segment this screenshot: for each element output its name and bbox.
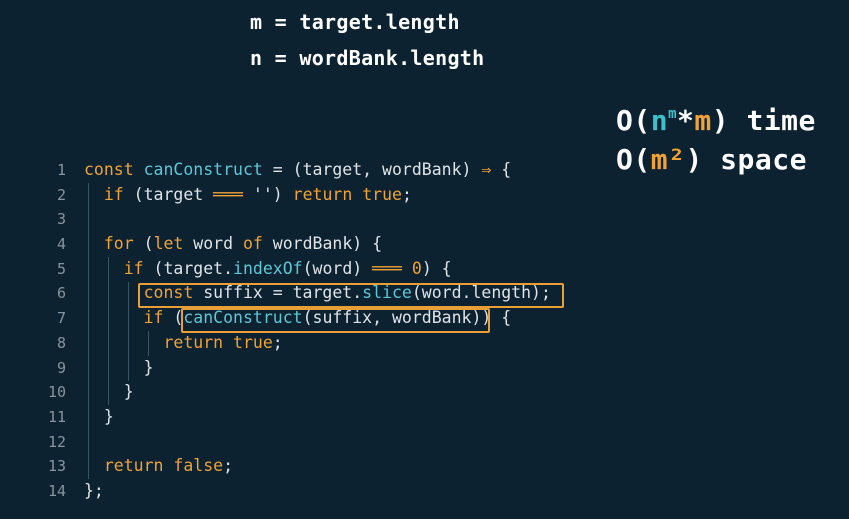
code-line: 13 return false; — [0, 454, 600, 479]
line-number: 14 — [47, 481, 66, 500]
line-number: 11 — [47, 407, 66, 426]
code-line: 3 — [0, 207, 600, 232]
space-complexity: O(m²) space — [616, 143, 807, 176]
code-line: 2 if (target ═══ '') return true; — [0, 183, 600, 208]
time-complexity: O(nm*m) time — [616, 104, 816, 137]
code-line: 4 for (let word of wordBank) { — [0, 232, 600, 257]
code-editor: 1 const canConstruct = (target, wordBank)… — [0, 158, 600, 504]
code-line: 11 } — [0, 405, 600, 430]
line-number: 3 — [56, 210, 66, 229]
line-number: 2 — [56, 185, 66, 204]
code-text: return false; — [103, 456, 234, 476]
code-line: 10 } — [0, 380, 600, 405]
code-line: 8 return true; — [0, 331, 600, 356]
code-text: } — [84, 406, 114, 426]
code-line: 9 } — [0, 356, 600, 381]
code-line: 5 if (target.indexOf(word) ═══ 0) { — [0, 257, 600, 282]
line-number: 5 — [56, 259, 66, 278]
line-number: 7 — [56, 309, 66, 328]
line-number: 8 — [56, 333, 66, 352]
code-line: 1 const canConstruct = (target, wordBank)… — [0, 158, 600, 183]
code-text: }; — [84, 480, 104, 500]
line-number: 4 — [56, 235, 66, 254]
code-line: 12 — [0, 430, 600, 455]
code-text: } — [84, 382, 134, 402]
code-text: } — [84, 357, 154, 377]
line-number: 10 — [47, 383, 66, 402]
recursive-call-highlight-box — [181, 308, 490, 333]
line-number: 1 — [56, 161, 66, 179]
line-number: 13 — [47, 457, 66, 476]
code-text: if (target.indexOf(word) ═══ 0) { — [123, 258, 452, 278]
m-definition: m = target.length — [250, 10, 460, 34]
code-line: 14}; — [0, 479, 600, 504]
line-number: 6 — [56, 284, 66, 303]
line-number: 12 — [47, 432, 66, 451]
n-definition: n = wordBank.length — [250, 46, 485, 70]
code-text: return true; — [163, 332, 283, 352]
code-text: if (target ═══ '') return true; — [103, 184, 412, 204]
suffix-highlight-box — [138, 283, 564, 308]
line-number: 9 — [56, 358, 66, 377]
code-text: const canConstruct = (target, wordBank) … — [84, 160, 512, 179]
code-text: for (let word of wordBank) { — [103, 234, 383, 254]
